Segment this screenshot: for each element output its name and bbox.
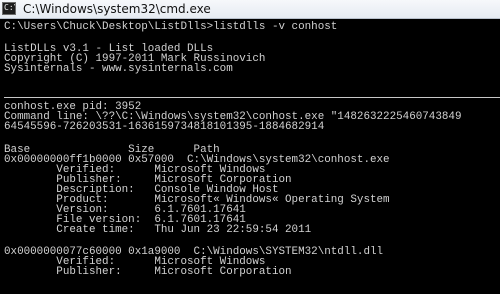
ntdll-publisher-line: Publisher: Microsoft Corporation	[4, 266, 292, 278]
window-title-bar[interactable]: C:\ C:\Windows\system32\cmd.exe	[0, 0, 500, 19]
window-title: C:\Windows\system32\cmd.exe	[23, 2, 211, 16]
command-line: C:\Users\Chuck\Desktop\ListDlls>listdlls…	[4, 21, 338, 33]
create-time-line: Create time: Thu Jun 23 22:59:54 2011	[4, 224, 312, 236]
command-line-continuation: 64545596-726203531-1636159734818101395-1…	[4, 121, 325, 133]
console-output[interactable]: C:\Users\Chuck\Desktop\ListDlls>listdlls…	[0, 19, 500, 294]
website-line: Sysinternals - www.sysinternals.com	[4, 63, 233, 75]
output-separator	[4, 97, 500, 98]
command-prompt-window: C:\ C:\Windows\system32\cmd.exe C:\Users…	[0, 0, 500, 294]
cmd-icon: C:\	[2, 2, 16, 15]
